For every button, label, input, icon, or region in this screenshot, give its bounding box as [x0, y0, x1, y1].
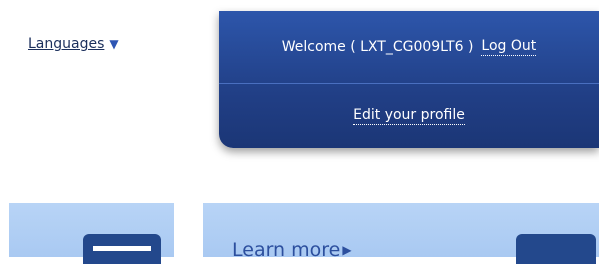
- arrow-right-icon: ▶: [342, 243, 352, 257]
- promo-tile-left[interactable]: [9, 203, 174, 264]
- logout-link[interactable]: Log Out: [481, 38, 537, 56]
- languages-dropdown[interactable]: Languages ▼: [28, 36, 119, 52]
- edit-profile-link[interactable]: Edit your profile: [353, 107, 465, 125]
- welcome-row: Welcome ( LXT_CG009LT6 ) Log Out: [219, 11, 599, 84]
- learn-more-label: Learn more: [232, 239, 341, 261]
- languages-label[interactable]: Languages: [28, 36, 104, 52]
- card-icon-stripe: [93, 246, 151, 251]
- account-menu-panel: Welcome ( LXT_CG009LT6 ) Log Out Edit yo…: [219, 11, 599, 148]
- card-icon: [83, 234, 161, 264]
- learn-more-link[interactable]: Learn more ▶: [232, 239, 352, 261]
- edit-profile-row: Edit your profile: [219, 84, 599, 148]
- promo-tile-right[interactable]: Learn more ▶: [203, 203, 599, 264]
- caret-down-icon: ▼: [109, 37, 119, 51]
- welcome-text: Welcome ( LXT_CG009LT6 ): [281, 39, 474, 55]
- tile-icon: [516, 234, 596, 264]
